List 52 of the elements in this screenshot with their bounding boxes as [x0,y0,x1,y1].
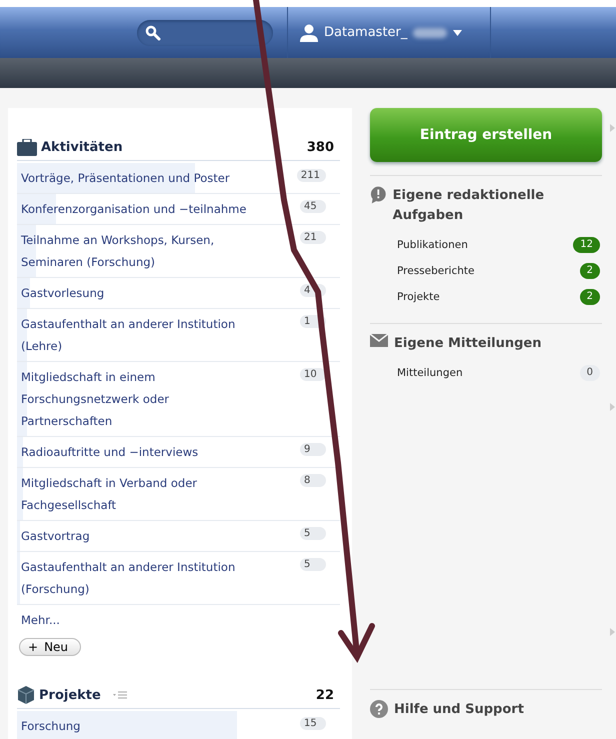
category-link[interactable]: Gastvortrag [21,525,257,547]
task-link[interactable]: Mitteilungen [397,367,463,379]
count-badge: 21 [300,231,326,244]
count-badge: 211 [296,169,326,182]
search-field[interactable] [137,20,273,46]
task-link[interactable]: Presseberichte [397,265,474,277]
section-title[interactable]: Hilfe und Support [394,700,524,720]
category-link[interactable]: Vorträge, Präsentationen und Poster [21,167,257,189]
total-count: 22 [316,688,334,702]
category-link[interactable]: Konferenzorganisation und −teilnahme [21,198,257,220]
count-badge: 0 [580,365,600,381]
expand-arrow-icon[interactable] [610,124,615,132]
user-name[interactable]: Datamaster_ [324,25,408,40]
count-badge: 45 [300,200,326,213]
task-link[interactable]: Publikationen [397,239,468,251]
task-link[interactable]: Projekte [397,291,440,303]
section-title: Aktivitäten [41,140,123,154]
count-badge: 2 [580,289,600,305]
expand-arrow-icon[interactable] [610,628,615,636]
category-link[interactable]: Gastaufenthalt an anderer Institution (Forschung) [21,556,257,600]
list-menu-icon[interactable] [112,691,127,699]
section-title: Eigene Mitteilungen [394,335,542,353]
category-link[interactable]: Radioauftritte und −interviews [21,441,257,463]
category-link[interactable]: Mitgliedschaft in einem Forschungsnetzwerk oder Partnerschaften [21,366,257,432]
section-title: Projekte [39,688,101,702]
cube-icon [17,686,35,704]
envelope-icon [370,334,388,347]
count-badge: 8 [300,474,326,487]
exclamation-bubble-icon [370,186,387,204]
section-title: Eigene redaktionelle Aufgaben [392,187,546,225]
help-icon [370,700,388,718]
search-icon [145,24,161,40]
count-badge: 9 [300,443,326,456]
caret-icon[interactable] [453,30,462,36]
count-badge: 2 [580,263,600,279]
new-button[interactable]: + Neu [19,638,82,656]
category-link[interactable]: Teilnahme an Workshops, Kursen, Seminaren (Forschung) [21,229,257,273]
category-link[interactable]: Forschung [21,715,257,737]
category-link[interactable]: Gastvorlesung [21,282,257,304]
count-badge: 15 [300,717,326,730]
category-link[interactable]: Mitgliedschaft in Verband oder Fachgesellschaft [21,472,257,516]
count-badge: 10 [300,368,326,381]
user-icon [300,24,318,42]
count-badge: 12 [573,237,600,253]
category-link[interactable]: Gastaufenthalt an anderer Institution (Lehre) [21,313,257,357]
more-link[interactable]: Mehr... [21,613,60,627]
expand-arrow-icon[interactable] [610,403,615,411]
redaction-blur [413,28,448,38]
briefcase-icon [17,138,37,156]
count-badge: 5 [300,527,326,540]
count-badge: 5 [300,558,326,571]
total-count: 380 [306,140,334,154]
